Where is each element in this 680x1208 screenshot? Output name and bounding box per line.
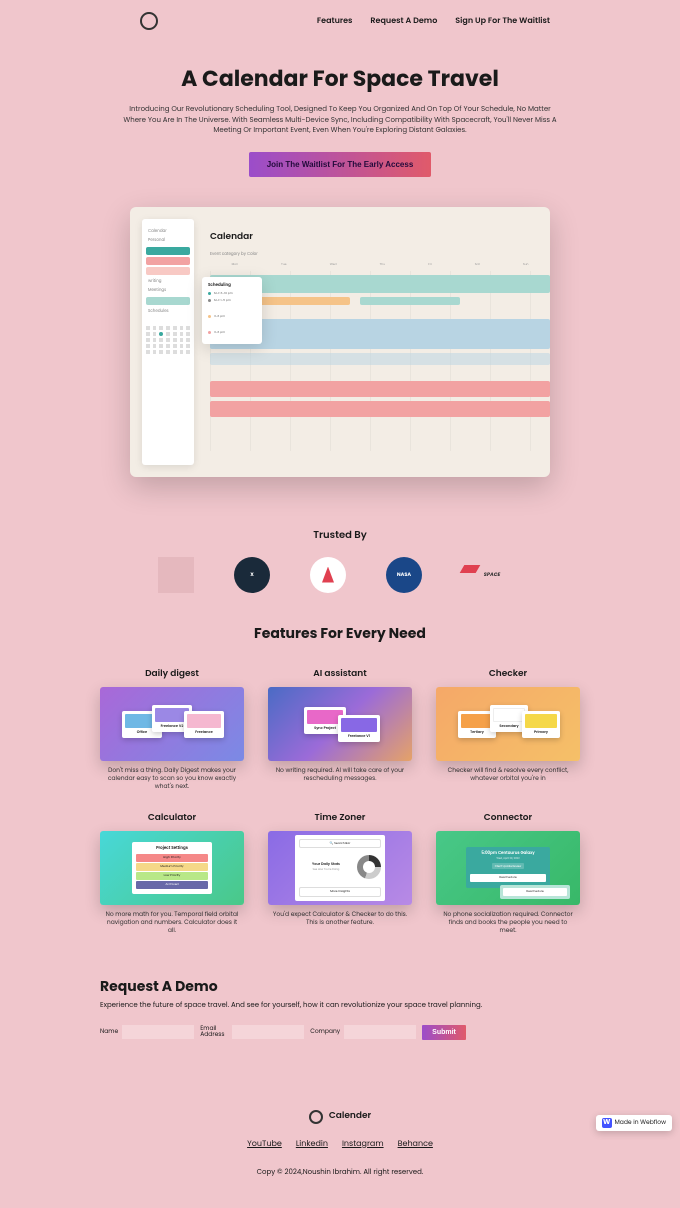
sidebar-writing: writing [148, 279, 188, 284]
webflow-badge[interactable]: W Made in Webflow [596, 1115, 672, 1131]
main-nav: Features Request A Demo Sign Up For The … [317, 15, 550, 27]
hero: A Calendar For Space Travel Introducing … [0, 42, 680, 187]
footer: Calender YouTube Linkedin Instagram Beha… [0, 1080, 680, 1208]
sidebar-meetings: Meetings [148, 288, 188, 293]
calendar-preview: Calendar Personal writing Meetings Sched… [130, 207, 550, 477]
logo-icon [140, 12, 158, 30]
feature-calculator: Calculator Project Settings High Priorit… [100, 812, 244, 936]
feature-image: 5:00pm Centaurus Galaxy Wed, April 20, 2… [436, 831, 580, 905]
footer-link-linkedin[interactable]: Linkedin [296, 1138, 328, 1150]
sidebar-pill [146, 257, 190, 265]
webflow-icon: W [602, 1118, 612, 1128]
feature-title: AI assistant [268, 668, 412, 681]
trust-logo-spacex: X [234, 557, 270, 593]
feature-time-zoner: Time Zoner 🔍 Search Bar Your Daily Stats… [268, 812, 412, 936]
trust-logo-space: SPACE [462, 557, 522, 593]
preview-title: Calendar [210, 231, 550, 244]
feature-title: Time Zoner [268, 812, 412, 825]
webflow-text: Made in Webflow [615, 1119, 666, 1128]
demo-form: Name Email Address Company Submit [100, 1025, 580, 1040]
feature-ai-assistant: AI assistant Sync Project Freelance V1 N… [268, 668, 412, 792]
hero-title: A Calendar For Space Travel [100, 62, 580, 95]
header: Features Request A Demo Sign Up For The … [0, 0, 680, 42]
company-input[interactable] [344, 1025, 416, 1039]
request-demo-section: Request A Demo Experience the future of … [0, 976, 680, 1080]
footer-links: YouTube Linkedin Instagram Behance [0, 1138, 680, 1150]
hero-subtitle: Introducing Our Revolutionary Scheduling… [120, 105, 560, 137]
feature-title: Calculator [100, 812, 244, 825]
nav-signup-waitlist[interactable]: Sign Up For The Waitlist [455, 15, 550, 27]
trust-logos: X NASA SPACE [0, 557, 680, 593]
feature-daily-digest: Daily digest Office Freelance V2 Freelan… [100, 668, 244, 792]
calendar-preview-wrap: Calendar Personal writing Meetings Sched… [0, 187, 680, 517]
feature-connector: Connector 5:00pm Centaurus Galaxy Wed, A… [436, 812, 580, 936]
demo-heading: Request A Demo [100, 976, 580, 997]
preview-sub: Event category by Color [210, 252, 550, 257]
feature-desc: Checker will find & resolve every confli… [436, 767, 580, 784]
trust-logo-program [310, 557, 346, 593]
preview-days: Mon Tue Wed Thu Fri Sat Sun [210, 263, 550, 267]
feature-title: Connector [436, 812, 580, 825]
feature-image: Project Settings High Priority Medium Pr… [100, 831, 244, 905]
feature-desc: Don't miss a thing. Daily Digest makes y… [100, 767, 244, 792]
trust-logo-astron [158, 557, 194, 593]
footer-link-youtube[interactable]: YouTube [247, 1138, 282, 1150]
feature-desc: No writing required. AI will take care o… [268, 767, 412, 784]
sidebar-pill [146, 267, 190, 275]
feature-image: Sync Project Freelance V1 [268, 687, 412, 761]
feature-image: Office Freelance V2 Freelance [100, 687, 244, 761]
feature-desc: You'd expect Calculator & Checker to do … [268, 911, 412, 928]
feature-desc: No phone socialization required. Connect… [436, 911, 580, 936]
mini-calendar [146, 326, 190, 354]
feature-image: Tertiary Secondary Primary [436, 687, 580, 761]
popup-title: Scheduling [208, 283, 256, 288]
footer-logo: Calender [0, 1110, 680, 1124]
features-heading: Features For Every Need [100, 623, 580, 644]
footer-link-instagram[interactable]: Instagram [342, 1138, 384, 1150]
join-waitlist-button[interactable]: Join The Waitlist For The Early Access [249, 152, 432, 177]
feature-checker: Checker Tertiary Secondary Primary Check… [436, 668, 580, 792]
features-section: Features For Every Need Daily digest Off… [0, 623, 680, 976]
demo-sub: Experience the future of space travel. A… [100, 1001, 580, 1011]
nav-features[interactable]: Features [317, 15, 353, 27]
preview-sidebar: Calendar Personal writing Meetings Sched… [142, 219, 194, 465]
trusted-heading: Trusted By [0, 527, 680, 543]
donut-chart-icon [357, 855, 381, 879]
name-label: Name [100, 1028, 118, 1037]
sidebar-personal: Personal [148, 238, 188, 243]
trust-logo-nasa: NASA [386, 557, 422, 593]
feature-title: Checker [436, 668, 580, 681]
footer-brand: Calender [329, 1110, 371, 1123]
feature-title: Daily digest [100, 668, 244, 681]
footer-link-behance[interactable]: Behance [398, 1138, 433, 1150]
submit-button[interactable]: Submit [422, 1025, 466, 1040]
copyright: Copy © 2024,Noushin Ibrahim. All right r… [0, 1168, 680, 1178]
preview-popup: Scheduling M-F 6-10 pm M-F 1-5 pm 3-6 pm… [202, 277, 262, 344]
feature-desc: No more math for you. Temporal field orb… [100, 911, 244, 936]
nav-request-demo[interactable]: Request A Demo [370, 15, 437, 27]
trusted-section: Trusted By X NASA SPACE [0, 517, 680, 623]
company-label: Company [310, 1028, 340, 1037]
sidebar-schedule: Schedules [148, 309, 188, 314]
sidebar-pill [146, 297, 190, 305]
email-input[interactable] [232, 1025, 304, 1039]
email-label: Email Address [200, 1026, 228, 1039]
name-input[interactable] [122, 1025, 194, 1039]
sidebar-title: Calendar [148, 229, 188, 234]
footer-logo-icon [309, 1110, 323, 1124]
feature-image: 🔍 Search Bar Your Daily Stats See How Yo… [268, 831, 412, 905]
sidebar-pill [146, 247, 190, 255]
